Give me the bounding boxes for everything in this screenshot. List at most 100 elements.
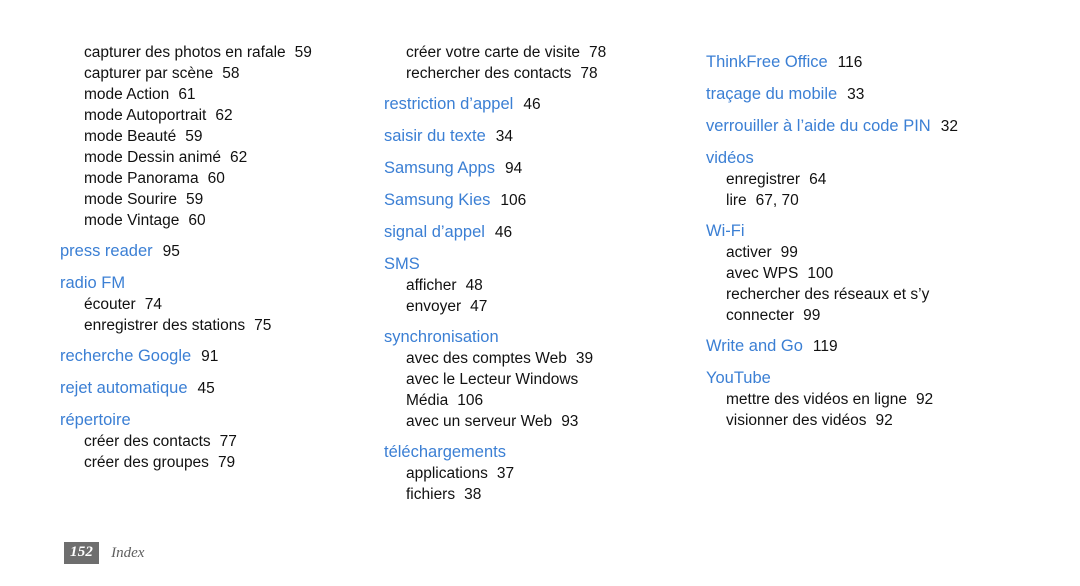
index-subentry-page: 48 [465,277,483,294]
index-subentry-page: 78 [589,44,607,61]
index-entry: verrouiller à l’aide du code PIN 32 [706,115,1080,138]
index-subentry: Média 106 [384,390,664,411]
index-subentry-label: avec le Lecteur Windows [406,371,579,388]
index-entry-heading-label: Write and Go [706,337,803,355]
index-entry-heading-label: recherche Google [60,347,192,365]
index-entry-heading-label: SMS [384,255,420,273]
index-entry-heading[interactable]: Samsung Apps 94 [384,157,664,180]
index-entry: téléchargements applications 37 fichiers 38 [384,441,664,505]
index-entry-heading[interactable]: rejet automatique 45 [60,377,332,400]
index-subentry: rechercher des contacts 78 [384,63,664,84]
index-entry-heading[interactable]: Write and Go 119 [706,335,1080,358]
index-entry: Samsung Apps 94 [384,157,664,180]
index-subentry: mode Beauté 59 [60,126,332,147]
index-entry-page: 32 [940,118,958,135]
index-subentry-page: 59 [294,44,312,61]
index-entry-heading[interactable]: press reader 95 [60,240,332,263]
index-entry-page: 33 [847,86,865,103]
index-subentry-page: 100 [807,265,834,282]
index-entry-heading[interactable]: restriction d’appel 46 [384,93,664,116]
index-subentry-page: 39 [575,350,594,367]
index-entry: traçage du mobile 33 [706,83,1080,106]
index-page: capturer des photos en rafale 59 capturer … [0,0,1080,586]
index-subentry: enregistrer 64 [706,169,1080,190]
index-subentry: avec WPS 100 [706,263,1080,284]
index-subentry-label: rechercher des contacts [406,65,572,82]
index-entry-heading[interactable]: synchronisation [384,326,664,348]
index-subentry-page: 93 [561,413,579,430]
index-subentry-label: visionner des vidéos [726,412,867,429]
index-subentry: fichiers 38 [384,484,664,505]
index-subentry-page: 47 [470,298,488,315]
index-subentry: connecter 99 [706,305,1080,326]
index-entry: Wi-Fi activer 99 avec WPS 100 rechercher des … [706,220,1080,326]
index-subentry-list: mettre des vidéos en ligne 92 visionner de… [706,389,1080,431]
index-subentry-page: 79 [217,454,236,471]
index-subentry: créer votre carte de visite 78 [384,42,664,63]
index-continued-subentries: capturer des photos en rafale 59 capturer … [60,42,332,231]
index-entry-page: 91 [201,348,219,365]
index-subentry-label: capturer des photos en rafale [84,44,286,61]
index-subentry-label: avec WPS [726,265,799,282]
index-entry-heading[interactable]: Samsung Kies 106 [384,189,664,212]
index-entry: rejet automatique 45 [60,377,332,400]
index-subentry: afficher 48 [384,275,664,296]
index-subentry: avec un serveur Web 93 [384,411,664,432]
index-entry-heading[interactable]: YouTube [706,367,1080,389]
index-subentry-label: écouter [84,296,136,313]
index-entry-heading-label: Wi-Fi [706,222,745,240]
index-subentry-label: mode Dessin animé [84,149,221,166]
index-subentry: écouter 74 [60,294,332,315]
index-entry: restriction d’appel 46 [384,93,664,116]
index-entry-heading[interactable]: traçage du mobile 33 [706,83,1080,106]
index-subentry-page: 74 [144,296,162,313]
index-subentry: envoyer 47 [384,296,664,317]
index-entry-heading[interactable]: ThinkFree Office 116 [706,51,1080,74]
index-subentry-page: 59 [186,191,204,208]
index-entry-heading[interactable]: SMS [384,253,664,275]
index-entry-heading[interactable]: vidéos [706,147,1080,169]
index-subentry-page: 38 [464,486,482,503]
index-entry-heading-label: radio FM [60,274,126,292]
index-entry: YouTube mettre des vidéos en ligne 92 visio… [706,367,1080,431]
index-entry-heading[interactable]: Wi-Fi [706,220,1080,242]
index-column-right: ThinkFree Office 116 traçage du mobile 33 ve… [664,42,1080,431]
index-entry-heading[interactable]: verrouiller à l’aide du code PIN 32 [706,115,1080,138]
index-subentry-label: mode Autoportrait [84,107,207,124]
index-subentry: rechercher des réseaux et s’y [706,284,1080,305]
index-subentry: créer des groupes 79 [60,452,332,473]
index-entry-heading[interactable]: radio FM [60,272,332,294]
index-entry-heading[interactable]: répertoire [60,409,332,431]
index-entry-heading[interactable]: saisir du texte 34 [384,125,664,148]
index-subentry-list: applications 37 fichiers 38 [384,463,664,505]
index-entry-heading[interactable]: téléchargements [384,441,664,463]
index-subentry-label: lire [726,192,747,209]
index-entry-heading-label: press reader [60,242,153,260]
index-subentry-page: 61 [178,86,196,103]
footer-section-label: Index [111,544,145,561]
index-subentry-label: mode Sourire [84,191,178,208]
index-entry: vidéos enregistrer 64 lire 67, 70 [706,147,1080,211]
index-subentry-label: créer des groupes [84,454,209,471]
index-entry-heading-label: vidéos [706,149,754,167]
index-subentry-page: 60 [188,212,206,229]
index-subentry-label: créer des contacts [84,433,211,450]
index-entry: répertoire créer des contacts 77 créer des … [60,409,332,473]
index-entry-heading-label: ThinkFree Office [706,53,828,71]
index-subentry-label: avec un serveur Web [406,413,553,430]
index-subentry-page: 92 [915,391,934,408]
index-entry-page: 94 [505,160,523,177]
index-entry-heading[interactable]: recherche Google 91 [60,345,332,368]
index-entry-heading-label: rejet automatique [60,379,188,397]
index-entry-heading[interactable]: signal d’appel 46 [384,221,664,244]
index-subentry: mode Action 61 [60,84,332,105]
index-subentry-label: enregistrer [726,171,801,188]
index-entry: Samsung Kies 106 [384,189,664,212]
index-entry-page: 46 [494,224,513,241]
index-entry: Write and Go 119 [706,335,1080,358]
index-subentry: activer 99 [706,242,1080,263]
page-number-badge: 152 [64,542,100,564]
index-subentry: visionner des vidéos 92 [706,410,1080,431]
index-subentry: mettre des vidéos en ligne 92 [706,389,1080,410]
index-subentry-list: créer des contacts 77 créer des groupes 79 [60,431,332,473]
